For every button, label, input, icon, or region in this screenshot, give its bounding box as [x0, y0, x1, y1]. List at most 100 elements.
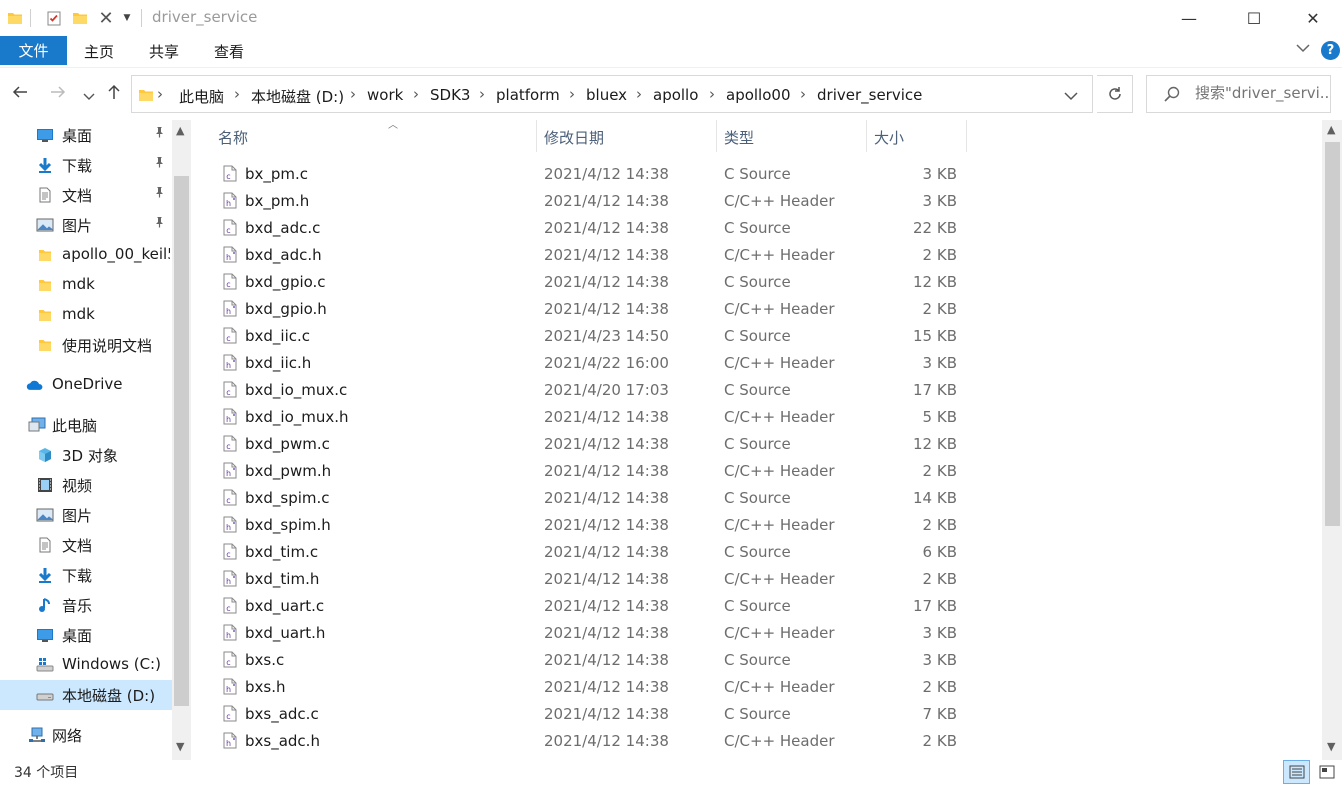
breadcrumb-separator-icon[interactable]: › — [800, 85, 806, 103]
file-row[interactable]: h bxd_io_mux.h 2021/4/12 14:38 C/C++ Header… — [211, 404, 981, 431]
customize-quick-access-icon[interactable]: ▼ — [120, 8, 134, 28]
breadcrumb-separator-icon[interactable]: › — [709, 85, 715, 103]
breadcrumb-bluex[interactable]: bluex — [586, 86, 627, 104]
sidebar-item[interactable]: 桌面 — [0, 620, 172, 650]
column-header-date-label: 修改日期 — [544, 129, 605, 147]
column-divider[interactable] — [966, 120, 967, 152]
file-row[interactable]: h bxd_pwm.h 2021/4/12 14:38 C/C++ Header 2 K… — [211, 458, 981, 485]
file-row[interactable]: c bxd_io_mux.c 2021/4/20 17:03 C Source 17 K… — [211, 377, 981, 404]
sidebar-item[interactable]: Windows (C:) — [0, 650, 172, 680]
sidebar-item[interactable]: 文档 — [0, 180, 172, 210]
properties-icon[interactable] — [44, 8, 64, 28]
column-header-type[interactable]: 类型 — [716, 120, 866, 152]
expand-ribbon-icon[interactable] — [1296, 42, 1310, 57]
breadcrumb-separator-icon[interactable]: › — [157, 85, 163, 103]
file-row[interactable]: h bx_pm.h 2021/4/12 14:38 C/C++ Header 3 KB — [211, 188, 981, 215]
tab-file[interactable]: 文件 — [0, 36, 67, 65]
file-row[interactable]: h bxd_uart.h 2021/4/12 14:38 C/C++ Header 3 … — [211, 620, 981, 647]
sidebar-item[interactable]: OneDrive — [0, 370, 172, 400]
sidebar-item[interactable]: 音乐 — [0, 590, 172, 620]
close-button[interactable]: ✕ — [1290, 0, 1336, 36]
column-header-size[interactable]: 大小 — [866, 120, 966, 152]
scrollbar-thumb[interactable] — [174, 176, 189, 706]
scrollbar-thumb[interactable] — [1325, 142, 1340, 526]
sidebar-item[interactable]: 图片 — [0, 500, 172, 530]
sidebar-item[interactable]: 下载 — [0, 150, 172, 180]
breadcrumb-separator-icon[interactable]: › — [413, 85, 419, 103]
file-row[interactable]: c bxs_adc.c 2021/4/12 14:38 C Source 7 KB — [211, 701, 981, 728]
file-row[interactable]: h bxd_adc.h 2021/4/12 14:38 C/C++ Header 2 K… — [211, 242, 981, 269]
breadcrumb-apollo[interactable]: apollo — [653, 86, 698, 104]
breadcrumb-this-pc[interactable]: 此电脑 — [179, 86, 224, 107]
search-input[interactable] — [1195, 84, 1331, 102]
sidebar-item[interactable]: 网络 — [0, 720, 172, 750]
address-dropdown-icon[interactable] — [1064, 89, 1078, 105]
search-box[interactable] — [1146, 75, 1331, 113]
sidebar-item[interactable]: 下载 — [0, 560, 172, 590]
column-header-date[interactable]: 修改日期 — [536, 120, 716, 152]
file-row[interactable]: c bxd_spim.c 2021/4/12 14:38 C Source 14 KB — [211, 485, 981, 512]
sidebar-item[interactable]: 3D 对象 — [0, 440, 172, 470]
sidebar-item[interactable]: 使用说明文档 — [0, 330, 172, 360]
file-row[interactable]: c bxd_pwm.c 2021/4/12 14:38 C Source 12 KB — [211, 431, 981, 458]
new-folder-icon[interactable] — [70, 8, 90, 28]
scroll-up-icon[interactable]: ▲ — [176, 124, 184, 137]
sidebar-item[interactable]: mdk — [0, 270, 172, 300]
file-row[interactable]: h bxd_tim.h 2021/4/12 14:38 C/C++ Header 2 K… — [211, 566, 981, 593]
sidebar-item[interactable]: 本地磁盘 (D:) — [0, 680, 172, 710]
refresh-button[interactable] — [1097, 75, 1133, 113]
file-row[interactable]: c bxd_uart.c 2021/4/12 14:38 C Source 17 KB — [211, 593, 981, 620]
breadcrumb-driver-service[interactable]: driver_service — [817, 86, 922, 104]
scroll-up-icon[interactable]: ▲ — [1327, 123, 1335, 136]
sidebar-item[interactable]: 视频 — [0, 470, 172, 500]
tab-home[interactable]: 主页 — [70, 36, 128, 66]
sidebar-item[interactable]: 桌面 — [0, 120, 172, 150]
sidebar-item[interactable]: mdk — [0, 300, 172, 330]
breadcrumb-separator-icon[interactable]: › — [350, 85, 356, 103]
scroll-down-icon[interactable]: ▼ — [1327, 740, 1335, 753]
tab-share[interactable]: 共享 — [135, 36, 193, 66]
recent-locations-icon[interactable] — [83, 86, 95, 107]
back-arrow-icon[interactable] — [10, 82, 30, 107]
sidebar-item[interactable]: 此电脑 — [0, 410, 172, 440]
navigation-pane: 桌面 下载 文档 图片 apollo_00_keil5 mdk mdk 使用说明文档 OneDr… — [0, 120, 191, 760]
tab-view[interactable]: 查看 — [200, 36, 258, 66]
breadcrumb-separator-icon[interactable]: › — [636, 85, 642, 103]
breadcrumb-separator-icon[interactable]: › — [569, 85, 575, 103]
maximize-button[interactable]: ☐ — [1231, 0, 1277, 36]
up-arrow-icon[interactable] — [104, 82, 124, 107]
breadcrumb-sdk3[interactable]: SDK3 — [430, 86, 470, 104]
breadcrumb-apollo00[interactable]: apollo00 — [726, 86, 791, 104]
file-row[interactable]: h bxd_gpio.h 2021/4/12 14:38 C/C++ Header 2 … — [211, 296, 981, 323]
file-row[interactable]: c bxd_adc.c 2021/4/12 14:38 C Source 22 KB — [211, 215, 981, 242]
file-row[interactable]: h bxd_iic.h 2021/4/22 16:00 C/C++ Header 3 K… — [211, 350, 981, 377]
sidebar-item[interactable]: apollo_00_keil5 — [0, 240, 172, 270]
file-size: 2 KB — [922, 300, 957, 318]
file-row[interactable]: c bxd_tim.c 2021/4/12 14:38 C Source 6 KB — [211, 539, 981, 566]
scroll-down-icon[interactable]: ▼ — [176, 740, 184, 753]
help-button[interactable]: ? — [1321, 41, 1340, 60]
column-header-name[interactable]: ︿ 名称 — [210, 120, 536, 152]
breadcrumb-separator-icon[interactable]: › — [234, 85, 240, 103]
sidebar-item[interactable]: 图片 — [0, 210, 172, 240]
address-bar[interactable]: › 此电脑 › 本地磁盘 (D:) › work › SDK3 › platfo… — [131, 75, 1093, 113]
vertical-scrollbar[interactable]: ▲ ▼ — [1322, 120, 1342, 760]
breadcrumb-separator-icon[interactable]: › — [479, 85, 485, 103]
large-icons-view-button[interactable] — [1313, 760, 1340, 784]
file-row[interactable]: c bxd_iic.c 2021/4/23 14:50 C Source 15 KB — [211, 323, 981, 350]
sidebar-scrollbar[interactable]: ▲ ▼ — [172, 120, 191, 760]
file-row[interactable]: h bxd_spim.h 2021/4/12 14:38 C/C++ Header 2 … — [211, 512, 981, 539]
breadcrumb-work[interactable]: work — [367, 86, 403, 104]
breadcrumb-platform[interactable]: platform — [496, 86, 560, 104]
file-row[interactable]: c bx_pm.c 2021/4/12 14:38 C Source 3 KB — [211, 161, 981, 188]
details-view-button[interactable] — [1283, 760, 1310, 784]
file-row[interactable]: h bxs.h 2021/4/12 14:38 C/C++ Header 2 KB — [211, 674, 981, 701]
delete-icon[interactable]: ✕ — [96, 8, 116, 29]
file-row[interactable]: c bxs.c 2021/4/12 14:38 C Source 3 KB — [211, 647, 981, 674]
file-row[interactable]: c bxd_gpio.c 2021/4/12 14:38 C Source 12 KB — [211, 269, 981, 296]
breadcrumb-drive-d[interactable]: 本地磁盘 (D:) — [251, 86, 344, 107]
forward-arrow-icon[interactable] — [48, 82, 68, 107]
sidebar-item[interactable]: 文档 — [0, 530, 172, 560]
minimize-button[interactable]: — — [1166, 0, 1212, 36]
file-row[interactable]: h bxs_adc.h 2021/4/12 14:38 C/C++ Header 2 K… — [211, 728, 981, 755]
